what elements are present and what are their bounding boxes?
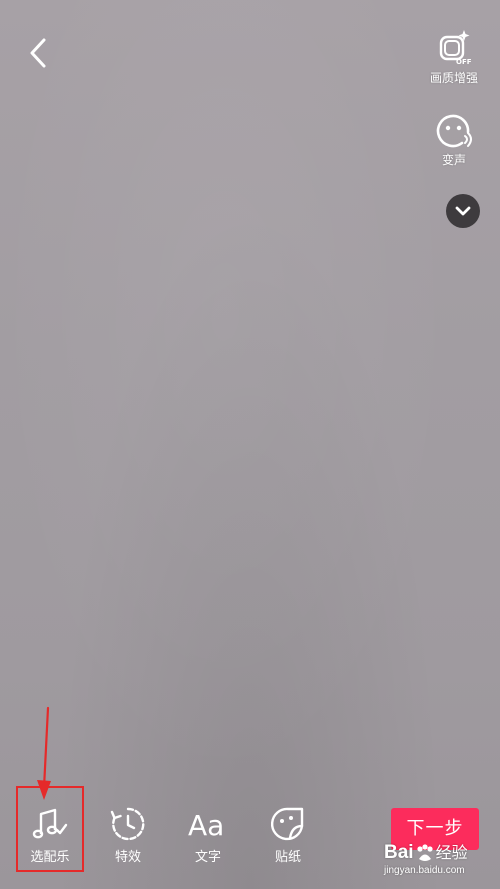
text-aa-icon: Aa <box>188 809 224 842</box>
effects-timer-icon <box>110 807 145 841</box>
quality-off-badge: OFF <box>456 58 472 66</box>
text-label: 文字 <box>194 850 221 865</box>
effects-button[interactable]: 特效 <box>92 790 164 866</box>
quality-enhance-button[interactable]: OFF 画质增强 <box>416 28 492 86</box>
next-step-button[interactable]: 下一步 <box>391 808 479 850</box>
effects-label: 特效 <box>114 850 141 865</box>
select-music-label: 选配乐 <box>30 850 70 865</box>
music-note-check-icon <box>32 808 68 839</box>
video-preview-screen: OFF 画质增强 变声 选配乐 特效 Aa 文字 贴纸 下一步 Bai 经验 j… <box>0 0 500 889</box>
quality-enhance-icon: OFF <box>439 30 472 66</box>
back-button[interactable] <box>22 34 56 72</box>
sticker-icon <box>270 807 304 841</box>
select-music-button[interactable]: 选配乐 <box>14 790 86 866</box>
sticker-label: 贴纸 <box>274 850 301 865</box>
more-tools-toggle[interactable] <box>446 194 480 228</box>
bottom-toolbar: 选配乐 特效 Aa 文字 贴纸 下一步 <box>0 790 500 889</box>
annotation-arrow <box>37 706 51 800</box>
sticker-button[interactable]: 贴纸 <box>252 790 324 866</box>
chevron-down-icon <box>455 206 471 216</box>
voice-change-icon <box>436 114 472 148</box>
voice-change-button[interactable]: 变声 <box>416 110 492 168</box>
quality-enhance-label: 画质增强 <box>429 71 478 85</box>
chevron-left-icon <box>30 38 46 68</box>
voice-change-label: 变声 <box>441 153 466 167</box>
text-button[interactable]: Aa 文字 <box>172 790 244 866</box>
text-aa-glyph: Aa <box>188 809 224 842</box>
